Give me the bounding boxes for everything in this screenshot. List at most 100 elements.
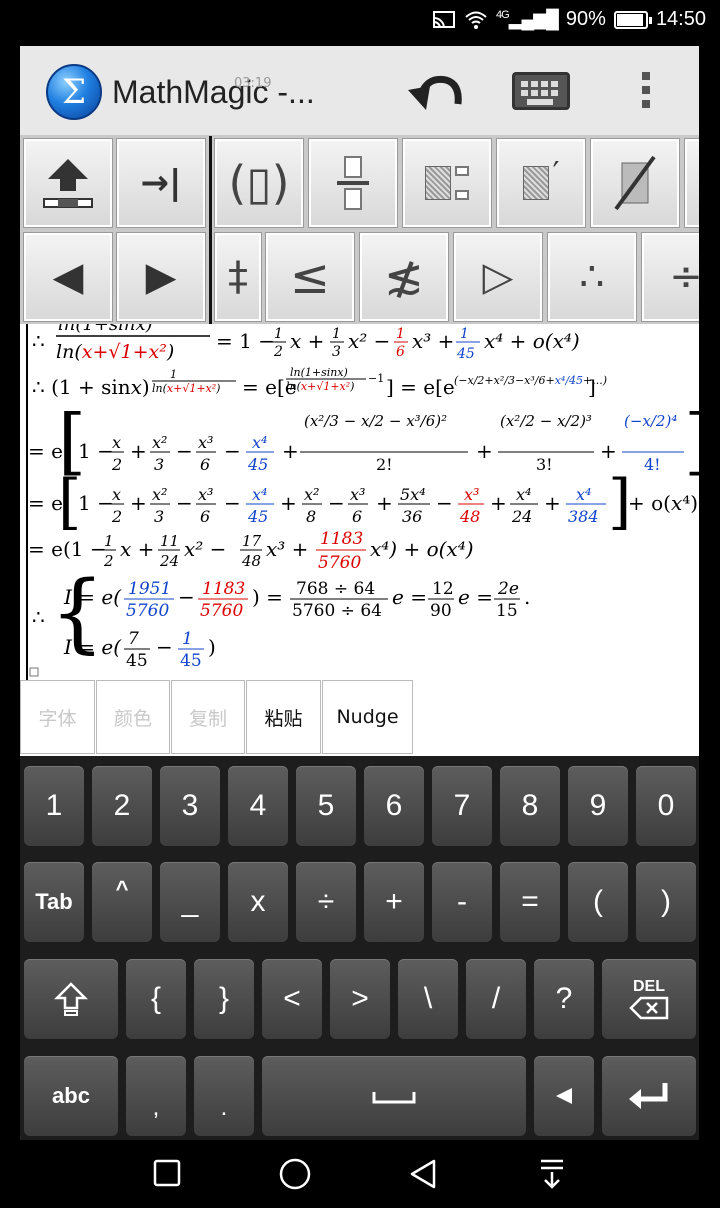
copy-button[interactable]: 复制 — [171, 680, 245, 754]
paste-button[interactable]: 粘贴 — [246, 680, 321, 754]
svg-text:x²: x² — [304, 485, 319, 504]
more-template-button[interactable] — [684, 138, 699, 228]
svg-text:x²: x² — [152, 485, 167, 504]
key-2[interactable]: 2 — [92, 766, 152, 846]
svg-text:−: − — [436, 491, 453, 515]
svg-text:1 −: 1 − — [78, 491, 114, 515]
signal-indicator: 4G▂▄▆█ — [496, 9, 559, 29]
key-5[interactable]: 5 — [296, 766, 356, 846]
symbol-leq-button[interactable]: ≤ — [265, 232, 355, 322]
undo-icon[interactable] — [406, 68, 466, 116]
key-slash[interactable]: / — [466, 959, 526, 1039]
key-minus[interactable]: - — [432, 862, 492, 942]
key-x[interactable]: x — [228, 862, 288, 942]
cursor-left-key[interactable] — [534, 1056, 594, 1136]
key-equals[interactable]: = — [500, 862, 560, 942]
key-tab[interactable]: Tab — [24, 862, 84, 942]
svg-text:5760: 5760 — [318, 553, 361, 573]
key-underscore[interactable]: _ — [160, 862, 220, 942]
parentheses-template-button[interactable]: (▯) — [214, 138, 304, 228]
home-icon[interactable] — [278, 1158, 312, 1192]
svg-text:x⁴: x⁴ — [252, 433, 267, 452]
template-toolbar: →| (▯) ′ ◀ ▶ ‡ ≤ ≴ ▷ ∴ ÷ — [20, 136, 699, 324]
svg-text:1: 1 — [170, 368, 177, 381]
svg-text:I = e(: I = e( — [63, 635, 122, 659]
subsup-template-icon[interactable] — [402, 138, 492, 228]
key-6[interactable]: 6 — [364, 766, 424, 846]
svg-text:45: 45 — [247, 507, 268, 526]
navigation-bar — [0, 1140, 720, 1208]
fraction-template-icon[interactable] — [308, 138, 398, 228]
svg-text:12: 12 — [432, 579, 454, 599]
svg-text:4!: 4! — [644, 455, 661, 474]
key-3[interactable]: 3 — [160, 766, 220, 846]
svg-text:45: 45 — [126, 651, 148, 671]
svg-text:8: 8 — [306, 507, 316, 526]
notification-pulldown-icon[interactable] — [538, 1158, 566, 1190]
key-4[interactable]: 4 — [228, 766, 288, 846]
math-line-4: = e [ 1 − x2 + x²3 − x³6 − x⁴45 + x²8 − … — [28, 467, 698, 537]
key-8[interactable]: 8 — [500, 766, 560, 846]
key-7[interactable]: 7 — [432, 766, 492, 846]
shift-key[interactable] — [24, 959, 118, 1039]
font-button[interactable]: 字体 — [20, 680, 95, 754]
svg-text:x +: x + — [120, 537, 154, 561]
symbol-divide-button[interactable]: ÷ — [641, 232, 699, 322]
symbol-double-dagger-button[interactable]: ‡ — [214, 232, 262, 322]
svg-text:(x²/3 − x/2 − x³/6)²: (x²/3 − x/2 − x³/6)² — [304, 412, 447, 430]
color-button[interactable]: 颜色 — [96, 680, 170, 754]
key-divide[interactable]: ÷ — [296, 862, 356, 942]
key-question[interactable]: ? — [534, 959, 594, 1039]
svg-text:+ o(x⁴): + o(x⁴) — [628, 491, 698, 515]
svg-text:ln(x+√1+x²): ln(x+√1+x²) — [286, 380, 354, 393]
key-plus[interactable]: + — [364, 862, 424, 942]
wifi-icon — [465, 11, 487, 29]
arrow-left-button[interactable]: ◀ — [23, 232, 113, 322]
svg-text:5760: 5760 — [200, 601, 243, 621]
key-open-paren[interactable]: ( — [568, 862, 628, 942]
shift-up-icon[interactable] — [23, 138, 113, 228]
svg-text:x⁴) + o(x⁴): x⁴) + o(x⁴) — [370, 537, 474, 561]
tab-forward-button[interactable]: →| — [116, 138, 206, 228]
svg-text:−: − — [176, 491, 193, 515]
symbol-triangle-right-button[interactable]: ▷ — [453, 232, 543, 322]
key-0[interactable]: 0 — [636, 766, 696, 846]
key-caret[interactable]: ^ — [92, 862, 152, 942]
svg-text:+: + — [130, 439, 147, 463]
space-key[interactable] — [262, 1056, 526, 1136]
abc-key[interactable]: abc — [24, 1056, 118, 1136]
key-9[interactable]: 9 — [568, 766, 628, 846]
clock: 14:50 — [655, 8, 706, 30]
prime-template-icon[interactable]: ′ — [496, 138, 586, 228]
key-less-than[interactable]: < — [262, 959, 322, 1039]
svg-text:24: 24 — [511, 507, 532, 526]
key-close-brace[interactable]: } — [194, 959, 254, 1039]
symbol-not-less-equiv-button[interactable]: ≴ — [359, 232, 449, 322]
key-comma[interactable]: , — [126, 1056, 186, 1136]
key-period[interactable]: . — [194, 1056, 254, 1136]
recents-icon[interactable] — [152, 1158, 182, 1188]
keyboard-toggle-icon[interactable] — [512, 72, 570, 110]
svg-text:45: 45 — [180, 651, 202, 671]
key-open-brace[interactable]: { — [126, 959, 186, 1039]
key-1[interactable]: 1 — [24, 766, 84, 846]
arrow-right-button[interactable]: ▶ — [116, 232, 206, 322]
svg-text:+: + — [490, 491, 507, 515]
slash-template-icon[interactable] — [590, 138, 680, 228]
svg-text:1: 1 — [332, 326, 341, 342]
tab-forward-icon: →| — [140, 163, 182, 203]
symbol-therefore-button[interactable]: ∴ — [547, 232, 637, 322]
key-backslash[interactable]: \ — [398, 959, 458, 1039]
key-close-paren[interactable]: ) — [636, 862, 696, 942]
svg-text:(−x/2)⁴: (−x/2)⁴ — [624, 412, 677, 430]
enter-key[interactable] — [602, 1056, 696, 1136]
nudge-button[interactable]: Nudge — [322, 680, 413, 754]
key-greater-than[interactable]: > — [330, 959, 390, 1039]
delete-key[interactable]: DEL — [602, 959, 696, 1039]
svg-text:3: 3 — [154, 455, 164, 474]
overflow-menu-icon[interactable] — [640, 72, 652, 112]
back-icon[interactable] — [408, 1158, 438, 1190]
svg-text:6: 6 — [352, 507, 362, 526]
svg-text:e =: e = — [392, 585, 427, 609]
math-editor[interactable]: ∴ ln(1+sinx) ln(x+√1+x²) = 1 − 12 x + 13… — [20, 324, 699, 680]
